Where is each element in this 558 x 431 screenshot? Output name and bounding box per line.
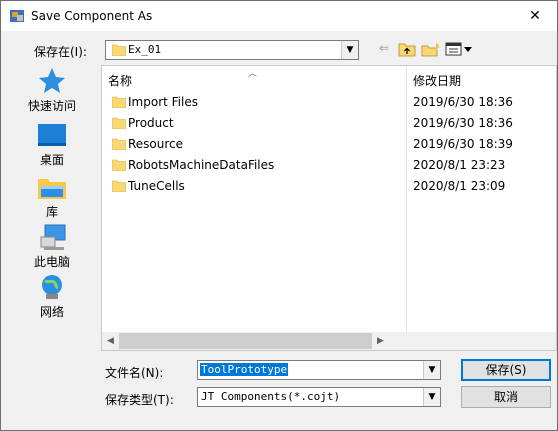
- file-date: 2020/8/1 23:23: [413, 158, 506, 172]
- up-folder-icon[interactable]: [397, 41, 417, 59]
- file-type-select[interactable]: JT Components(*.cojt) ▼: [197, 387, 441, 407]
- desktop-icon: [38, 124, 66, 146]
- file-name: Product: [128, 116, 174, 130]
- file-name: TuneCells: [128, 179, 185, 193]
- place-label: 网络: [39, 305, 64, 319]
- new-folder-icon[interactable]: [421, 41, 441, 59]
- place-network[interactable]: 网络: [11, 273, 93, 323]
- network-icon: [42, 275, 62, 299]
- file-row[interactable]: RobotsMachineDataFiles 2020/8/1 23:23: [102, 155, 542, 176]
- save-in-value: Ex_01: [128, 43, 162, 56]
- place-desktop[interactable]: 桌面: [11, 121, 93, 171]
- file-type-value: JT Components(*.cojt): [201, 390, 341, 403]
- view-menu-icon[interactable]: [445, 41, 475, 59]
- file-date: 2019/6/30 18:39: [413, 137, 513, 151]
- file-name: Import Files: [128, 95, 198, 109]
- title-bar: Save Component As ✕: [1, 1, 557, 31]
- cancel-button[interactable]: 取消: [461, 386, 551, 408]
- star-icon: [39, 68, 65, 93]
- chevron-down-icon[interactable]: ▼: [341, 41, 358, 59]
- horizontal-scrollbar[interactable]: ◀ ▶: [102, 332, 556, 350]
- window-title: Save Component As: [31, 9, 153, 23]
- scroll-left-icon[interactable]: ◀: [102, 332, 119, 350]
- file-row[interactable]: Import Files 2019/6/30 18:36: [102, 92, 542, 113]
- file-name: RobotsMachineDataFiles: [128, 158, 275, 172]
- place-library[interactable]: 库: [11, 173, 93, 223]
- place-label: 库: [45, 205, 58, 219]
- save-dialog: Save Component As ✕ 保存在(I): Ex_01 ▼ ⇐ 快速…: [0, 0, 558, 431]
- folder-icon: [112, 44, 126, 56]
- file-row[interactable]: Resource 2019/6/30 18:39: [102, 134, 542, 155]
- save-in-dropdown[interactable]: Ex_01 ▼: [105, 40, 359, 60]
- file-name-input[interactable]: ToolPrototype ▼: [197, 360, 441, 380]
- file-list[interactable]: ︿ 名称 修改日期 Import Files 2019/6/30 18:36 P…: [101, 65, 557, 351]
- file-date: 2019/6/30 18:36: [413, 116, 513, 130]
- computer-icon: [40, 224, 66, 250]
- scroll-right-icon[interactable]: ▶: [372, 332, 389, 350]
- places-bar: 快速访问 桌面 库 此电脑 网络: [11, 67, 93, 347]
- place-label: 快速访问: [27, 99, 76, 113]
- scrollbar-thumb[interactable]: [119, 333, 372, 349]
- folder-icon: [112, 180, 126, 192]
- file-name: Resource: [128, 137, 184, 151]
- folder-icon: [112, 138, 126, 150]
- view-grid-icon: [445, 42, 472, 56]
- chevron-down-icon[interactable]: ▼: [423, 361, 440, 379]
- app-icon: [10, 10, 24, 22]
- column-header-name[interactable]: 名称: [108, 72, 132, 89]
- place-label: 桌面: [39, 153, 64, 167]
- scrollbar-corner: [389, 332, 556, 350]
- column-header-date[interactable]: 修改日期: [413, 72, 461, 89]
- sort-ascending-icon: ︿: [248, 69, 258, 79]
- place-quick-access[interactable]: 快速访问: [11, 67, 93, 117]
- library-icon: [38, 179, 66, 199]
- file-date: 2019/6/30 18:36: [413, 95, 513, 109]
- save-button[interactable]: 保存(S): [461, 359, 551, 381]
- new-folder-glyph-icon: [421, 42, 440, 57]
- place-this-pc[interactable]: 此电脑: [11, 223, 93, 273]
- place-label: 此电脑: [33, 255, 70, 269]
- back-icon[interactable]: ⇐: [375, 41, 393, 59]
- chevron-down-icon[interactable]: ▼: [423, 388, 440, 406]
- up-folder-glyph-icon: [398, 43, 416, 57]
- file-name-label: 文件名(N):: [105, 366, 164, 380]
- file-type-label: 保存类型(T):: [105, 393, 174, 407]
- folder-icon: [112, 96, 126, 108]
- folder-icon: [112, 117, 126, 129]
- file-row[interactable]: Product 2019/6/30 18:36: [102, 113, 542, 134]
- file-date: 2020/8/1 23:09: [413, 179, 506, 193]
- file-row[interactable]: TuneCells 2020/8/1 23:09: [102, 176, 542, 197]
- close-button[interactable]: ✕: [513, 1, 557, 31]
- file-name-value[interactable]: ToolPrototype: [200, 363, 289, 376]
- folder-icon: [112, 159, 126, 171]
- save-in-label: 保存在(I):: [34, 45, 87, 59]
